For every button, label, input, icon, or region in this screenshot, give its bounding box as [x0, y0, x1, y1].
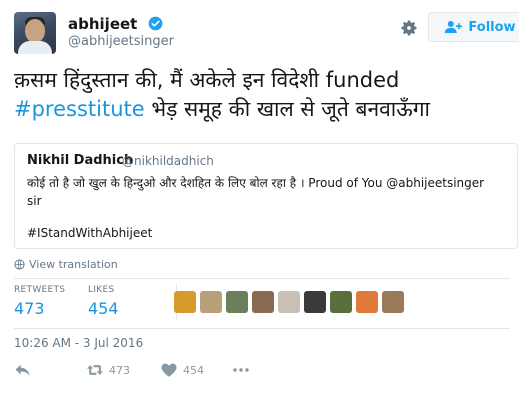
liker-avatar[interactable] — [200, 291, 222, 313]
retweet-count: 473 — [109, 363, 130, 377]
tweet-text-after: भेड़ समूह की खाल से जूते बनवाऊँगा — [144, 97, 430, 121]
liker-avatar[interactable] — [226, 291, 248, 313]
liker-avatar[interactable] — [356, 291, 378, 313]
retweets-label: RETWEETS — [14, 285, 66, 295]
liker-avatar[interactable] — [382, 291, 404, 313]
avatar[interactable] — [14, 12, 56, 54]
liker-avatar[interactable] — [330, 291, 352, 313]
gear-icon[interactable] — [399, 18, 419, 38]
more-button[interactable] — [232, 360, 250, 380]
tweet-hashtag-link[interactable]: #presstitute — [14, 97, 145, 121]
like-button[interactable]: 454 — [160, 360, 204, 380]
verified-badge-icon — [148, 16, 163, 31]
more-icon — [233, 368, 249, 372]
liker-avatar[interactable] — [304, 291, 326, 313]
quoted-tweet-hashtag: #IStandWithAbhijeet — [27, 226, 153, 240]
reply-icon — [15, 364, 30, 376]
reply-button[interactable] — [14, 360, 32, 380]
view-translation-label: View translation — [29, 258, 118, 271]
quoted-tweet[interactable]: Nikhil Dadhich @nikhildadhich कोई तो है … — [14, 143, 518, 249]
liker-avatar[interactable] — [278, 291, 300, 313]
likes-count[interactable]: 454 — [88, 299, 119, 318]
avatar-face — [25, 19, 45, 43]
tweet-actions: 473 454 — [14, 360, 510, 384]
liker-avatar[interactable] — [252, 291, 274, 313]
liker-avatar[interactable] — [174, 291, 196, 313]
follow-button[interactable]: Follow — [428, 12, 519, 42]
heart-icon — [161, 363, 177, 377]
retweet-icon — [87, 365, 103, 375]
likers-avatars — [174, 291, 404, 313]
tweet-text-before: क़सम हिंदुस्तान की, मैं अकेले इन विदेशी … — [14, 68, 400, 92]
like-count: 454 — [183, 363, 204, 377]
quoted-author-handle: @nikhildadhich — [122, 154, 214, 168]
globe-icon — [14, 259, 25, 270]
follow-label: Follow — [468, 19, 516, 35]
retweets-count[interactable]: 473 — [14, 299, 45, 318]
add-user-icon — [445, 21, 463, 33]
author-name[interactable]: abhijeet — [68, 15, 137, 33]
tweet-timestamp[interactable]: 10:26 AM - 3 Jul 2016 — [14, 336, 143, 350]
quoted-tweet-text: कोई तो है जो खुल के हिन्दुओ और देशहित के… — [27, 176, 485, 208]
avatar-shirt — [18, 41, 52, 54]
divider-bottom — [14, 328, 510, 329]
author-handle[interactable]: @abhijeetsinger — [68, 34, 174, 50]
divider-top — [14, 278, 510, 279]
retweet-button[interactable]: 473 — [86, 360, 130, 380]
tweet-text: क़सम हिंदुस्तान की, मैं अकेले इन विदेशी … — [14, 66, 514, 124]
likes-label: LIKES — [88, 285, 115, 295]
quoted-author-name: Nikhil Dadhich — [27, 153, 134, 168]
view-translation-link[interactable]: View translation — [14, 258, 118, 271]
tweet-header: abhijeet @abhijeetsinger Follow — [14, 12, 519, 56]
tweet-stats: RETWEETS 473 LIKES 454 — [14, 281, 510, 325]
